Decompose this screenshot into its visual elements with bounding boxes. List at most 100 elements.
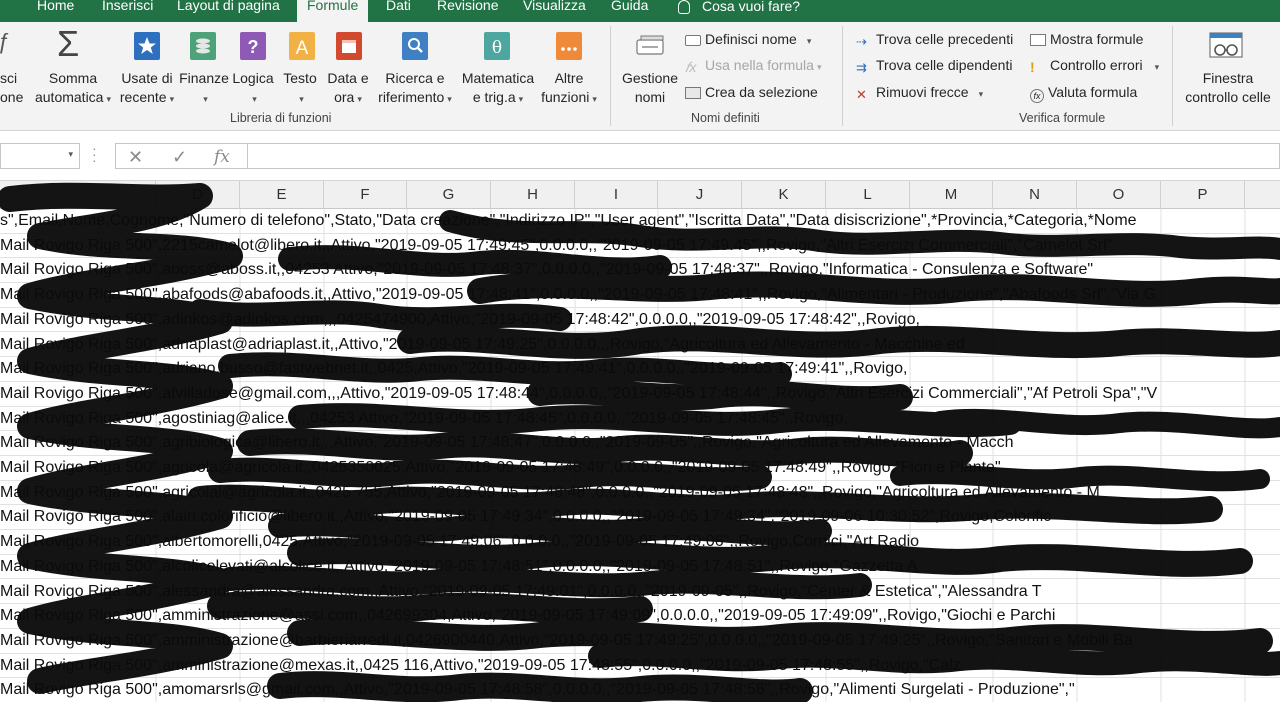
column-header[interactable]: P xyxy=(1161,181,1245,209)
other-label-2: funzioni xyxy=(541,89,590,105)
recent-functions-button[interactable]: Usate di recente ▾ xyxy=(114,69,180,109)
table-row[interactable]: Mail Rovigo Riga 500",adinkos@adinkos.co… xyxy=(0,308,1280,333)
insert-function-label-1: sci xyxy=(0,70,18,86)
column-header[interactable]: D xyxy=(156,181,240,209)
table-row[interactable]: Mail Rovigo Riga 500",amministrazione@ba… xyxy=(0,629,1280,654)
lookup-label-1: Ricerca e xyxy=(385,70,445,86)
group-label-names: Nomi definiti xyxy=(691,111,760,125)
other-label-1: Altre xyxy=(554,70,584,86)
column-header[interactable]: E xyxy=(240,181,324,209)
show-formulas-button[interactable]: Mostra formule xyxy=(1030,30,1143,49)
autosum-label-1: Somma xyxy=(48,70,98,86)
trace-dependents-label: Trova celle dipendenti xyxy=(876,57,1013,73)
table-row[interactable]: s",Email,Nome,Cognome,"Numero di telefon… xyxy=(0,209,1280,234)
table-row[interactable]: Mail Rovigo Riga 500",agostiniag@alice.i… xyxy=(0,407,1280,432)
column-header[interactable]: G xyxy=(407,181,491,209)
table-row[interactable]: Mail Rovigo Riga 500",albertomorelli,042… xyxy=(0,530,1280,555)
ribbon-formule: ƒ sci one Σ Somma automatica ▾ Usate di r… xyxy=(0,22,1280,131)
table-row[interactable]: Mail Rovigo Riga 500",alain.colorificio@… xyxy=(0,505,1280,531)
column-header[interactable]: H xyxy=(491,181,575,209)
formula-buttons: ✕ ✓ fx xyxy=(115,143,248,169)
watch-window-button[interactable]: Finestra controllo celle xyxy=(1176,69,1280,107)
insert-function-button[interactable]: sci one xyxy=(0,69,23,107)
enter-icon[interactable]: ✓ xyxy=(172,147,187,168)
trace-dependents-button[interactable]: ⇉ Trova celle dipendenti xyxy=(856,56,1012,75)
table-row[interactable]: Mail Rovigo Riga 500",agricola@agricola.… xyxy=(0,456,1280,481)
remove-arrows-button[interactable]: ✕ Rimuovi frecce ▾ xyxy=(856,83,983,104)
theta-book-icon: θ xyxy=(484,32,510,60)
sigma-icon: Σ xyxy=(57,23,80,64)
drag-handle-icon[interactable]: · · · xyxy=(92,141,97,167)
datetime-button[interactable]: Data e ora ▾ xyxy=(322,69,374,109)
worksheet-grid[interactable]: s",Email,Nome,Cognome,"Numero di telefon… xyxy=(0,209,1280,702)
define-name-button[interactable]: Definisci nome ▾ xyxy=(685,30,811,51)
tab-inserisci[interactable]: Inserisci xyxy=(102,0,153,22)
table-row[interactable]: Mail Rovigo Riga 500",agribiologica@libe… xyxy=(0,431,1280,456)
define-name-label: Definisci nome xyxy=(705,31,797,47)
chevron-down-icon[interactable]: ▾ xyxy=(68,149,73,160)
table-row[interactable]: Mail Rovigo Riga 500",amomarsrls@gmail.c… xyxy=(0,678,1280,702)
table-row[interactable]: Mail Rovigo Riga 500",agricolal@agricola… xyxy=(0,481,1280,506)
math-label-1: Matematica xyxy=(461,70,535,86)
tab-revisione[interactable]: Revisione xyxy=(437,0,498,22)
group-label-audit: Verifica formule xyxy=(1019,111,1106,125)
finance-button[interactable]: Finanze ▾ xyxy=(176,69,232,109)
column-headers: D E F G H I J K L M N O P xyxy=(0,181,1280,209)
svg-text:θ: θ xyxy=(492,38,502,58)
math-trig-button[interactable]: Matematica e trig.a ▾ xyxy=(452,69,544,109)
name-manager-button[interactable]: Gestione nomi xyxy=(618,69,682,107)
recent-label-2: recente xyxy=(119,89,167,105)
table-row[interactable]: Mail Rovigo Riga 500",abafoods@abafoods.… xyxy=(0,283,1280,308)
watch-window-icon xyxy=(1209,32,1243,58)
use-in-formula-label: Usa nella formula xyxy=(705,57,814,73)
column-header[interactable]: K xyxy=(742,181,826,209)
column-header[interactable]: I xyxy=(575,181,658,209)
lookup-reference-button[interactable]: Ricerca e riferimento ▾ xyxy=(370,69,460,109)
insert-function-fx-icon[interactable]: fx xyxy=(214,147,230,167)
coins-book-icon xyxy=(190,32,216,60)
more-functions-button[interactable]: Altre funzioni ▾ xyxy=(534,69,604,109)
table-row[interactable]: Mail Rovigo Riga 500",alessandra@alessan… xyxy=(0,580,1280,605)
column-header[interactable]: N xyxy=(993,181,1077,209)
name-box[interactable]: ▾ xyxy=(0,143,80,169)
table-row[interactable]: Mail Rovigo Riga 500",adriaplast@adriapl… xyxy=(0,333,1280,358)
svg-text:A: A xyxy=(296,38,309,59)
table-row[interactable]: Mail Rovigo Riga 500",alcolicelevati@alc… xyxy=(0,555,1280,580)
trace-precedents-button[interactable]: ⇢ Trova celle precedenti xyxy=(856,30,1013,49)
tab-visualizza[interactable]: Visualizza xyxy=(523,0,586,22)
show-formulas-icon xyxy=(1030,34,1046,46)
column-header[interactable]: O xyxy=(1077,181,1161,209)
error-checking-label: Controllo errori xyxy=(1050,57,1143,73)
tab-formule[interactable]: Formule xyxy=(297,0,369,22)
tab-guida[interactable]: Guida xyxy=(611,0,648,22)
column-header[interactable]: M xyxy=(910,181,993,209)
column-header[interactable]: J xyxy=(658,181,742,209)
tab-home[interactable]: Home xyxy=(37,0,74,22)
autosum-button[interactable]: Somma automatica ▾ xyxy=(28,69,118,109)
text-button[interactable]: Testo ▾ xyxy=(277,69,323,109)
table-row[interactable]: Mail Rovigo Riga 500",aboss@aboss.it,,04… xyxy=(0,258,1280,284)
column-header[interactable]: F xyxy=(324,181,407,209)
table-row[interactable]: Mail Rovigo Riga 500",amministrazione@me… xyxy=(0,654,1280,679)
insert-function-icon[interactable]: ƒ xyxy=(0,31,10,53)
tab-dati[interactable]: Dati xyxy=(386,0,411,22)
table-row[interactable]: Mail Rovigo Riga 500",2215camelot@libero… xyxy=(0,234,1280,259)
tab-layout-di-pagina[interactable]: Layout di pagina xyxy=(177,0,280,22)
error-checking-button[interactable]: ! Controllo errori ▾ xyxy=(1030,56,1159,77)
table-row[interactable]: Mail Rovigo Riga 500",afvilladose@gmail.… xyxy=(0,382,1280,407)
table-row[interactable]: Mail Rovigo Riga 500",adriano.busso@fast… xyxy=(0,357,1280,382)
cancel-icon[interactable]: ✕ xyxy=(128,147,143,168)
remove-arrows-icon: ✕ xyxy=(856,87,867,102)
column-header-hidden[interactable] xyxy=(0,181,156,209)
use-in-formula-button[interactable]: 𝑓x Usa nella formula ▾ xyxy=(685,56,821,77)
text-label: Testo xyxy=(283,70,317,86)
create-from-selection-button[interactable]: Crea da selezione xyxy=(685,83,818,102)
formula-input[interactable] xyxy=(248,143,1280,169)
ribbon-tab-bar: Home Inserisci Layout di pagina Formule … xyxy=(0,0,1280,22)
tell-me-search[interactable]: Cosa vuoi fare? xyxy=(678,0,800,22)
evaluate-formula-button[interactable]: fx Valuta formula xyxy=(1030,83,1137,103)
lookup-label-2: riferimento xyxy=(378,89,445,105)
table-row[interactable]: Mail Rovigo Riga 500",amministrazione@as… xyxy=(0,604,1280,629)
column-header[interactable]: L xyxy=(826,181,910,209)
logical-button[interactable]: Logica ▾ xyxy=(228,69,278,109)
